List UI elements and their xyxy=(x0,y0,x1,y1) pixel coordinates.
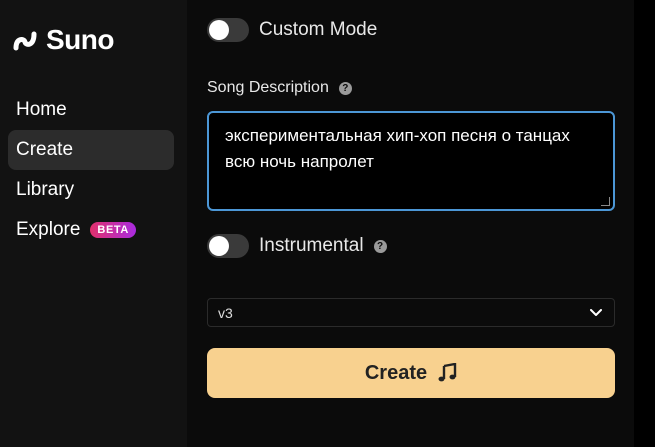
song-description-label-row: Song Description ? xyxy=(207,79,352,97)
create-button-label: Create xyxy=(364,361,428,384)
model-version-value: v3 xyxy=(218,304,233,321)
song-description-input[interactable]: экспериментальная хип-хоп песня о танцах… xyxy=(207,111,615,211)
nav-item-label: Home xyxy=(16,99,67,120)
instrumental-row: Instrumental ? xyxy=(207,234,387,258)
create-button[interactable]: Create xyxy=(207,348,615,398)
song-description-label: Song Description xyxy=(207,79,329,96)
right-edge-strip xyxy=(634,0,655,447)
music-note-icon xyxy=(438,363,457,382)
sidebar: Suno Home Create Library Explore BETA xyxy=(0,0,187,447)
resize-grip-icon[interactable] xyxy=(601,197,610,206)
brand-logo[interactable]: Suno xyxy=(12,22,115,58)
nav-item-home[interactable]: Home xyxy=(8,90,174,130)
nav-item-create[interactable]: Create xyxy=(8,130,174,170)
brand-name: Suno xyxy=(46,24,115,55)
create-panel: Custom Mode Song Description ? экспериме… xyxy=(187,0,634,447)
toggle-knob xyxy=(209,236,229,256)
custom-mode-row: Custom Mode xyxy=(207,18,377,42)
nav-item-library[interactable]: Library xyxy=(8,170,174,210)
custom-mode-toggle[interactable] xyxy=(207,18,249,42)
nav-item-label: Explore xyxy=(16,219,81,240)
nav-item-explore[interactable]: Explore BETA xyxy=(8,210,174,250)
custom-mode-label: Custom Mode xyxy=(259,19,378,40)
nav-item-label: Create xyxy=(16,139,74,160)
suno-wave-icon xyxy=(13,31,37,51)
model-version-select[interactable]: v3 xyxy=(207,298,615,327)
question-circle-icon[interactable]: ? xyxy=(373,239,387,253)
question-circle-icon[interactable]: ? xyxy=(338,81,352,95)
chevron-down-icon xyxy=(590,308,602,316)
beta-badge: BETA xyxy=(90,222,136,238)
song-description-text: экспериментальная хип-хоп песня о танцах… xyxy=(225,126,570,171)
instrumental-label: Instrumental xyxy=(259,235,364,256)
toggle-knob xyxy=(209,20,229,40)
instrumental-toggle[interactable] xyxy=(207,234,249,258)
nav-item-label: Library xyxy=(16,179,75,200)
